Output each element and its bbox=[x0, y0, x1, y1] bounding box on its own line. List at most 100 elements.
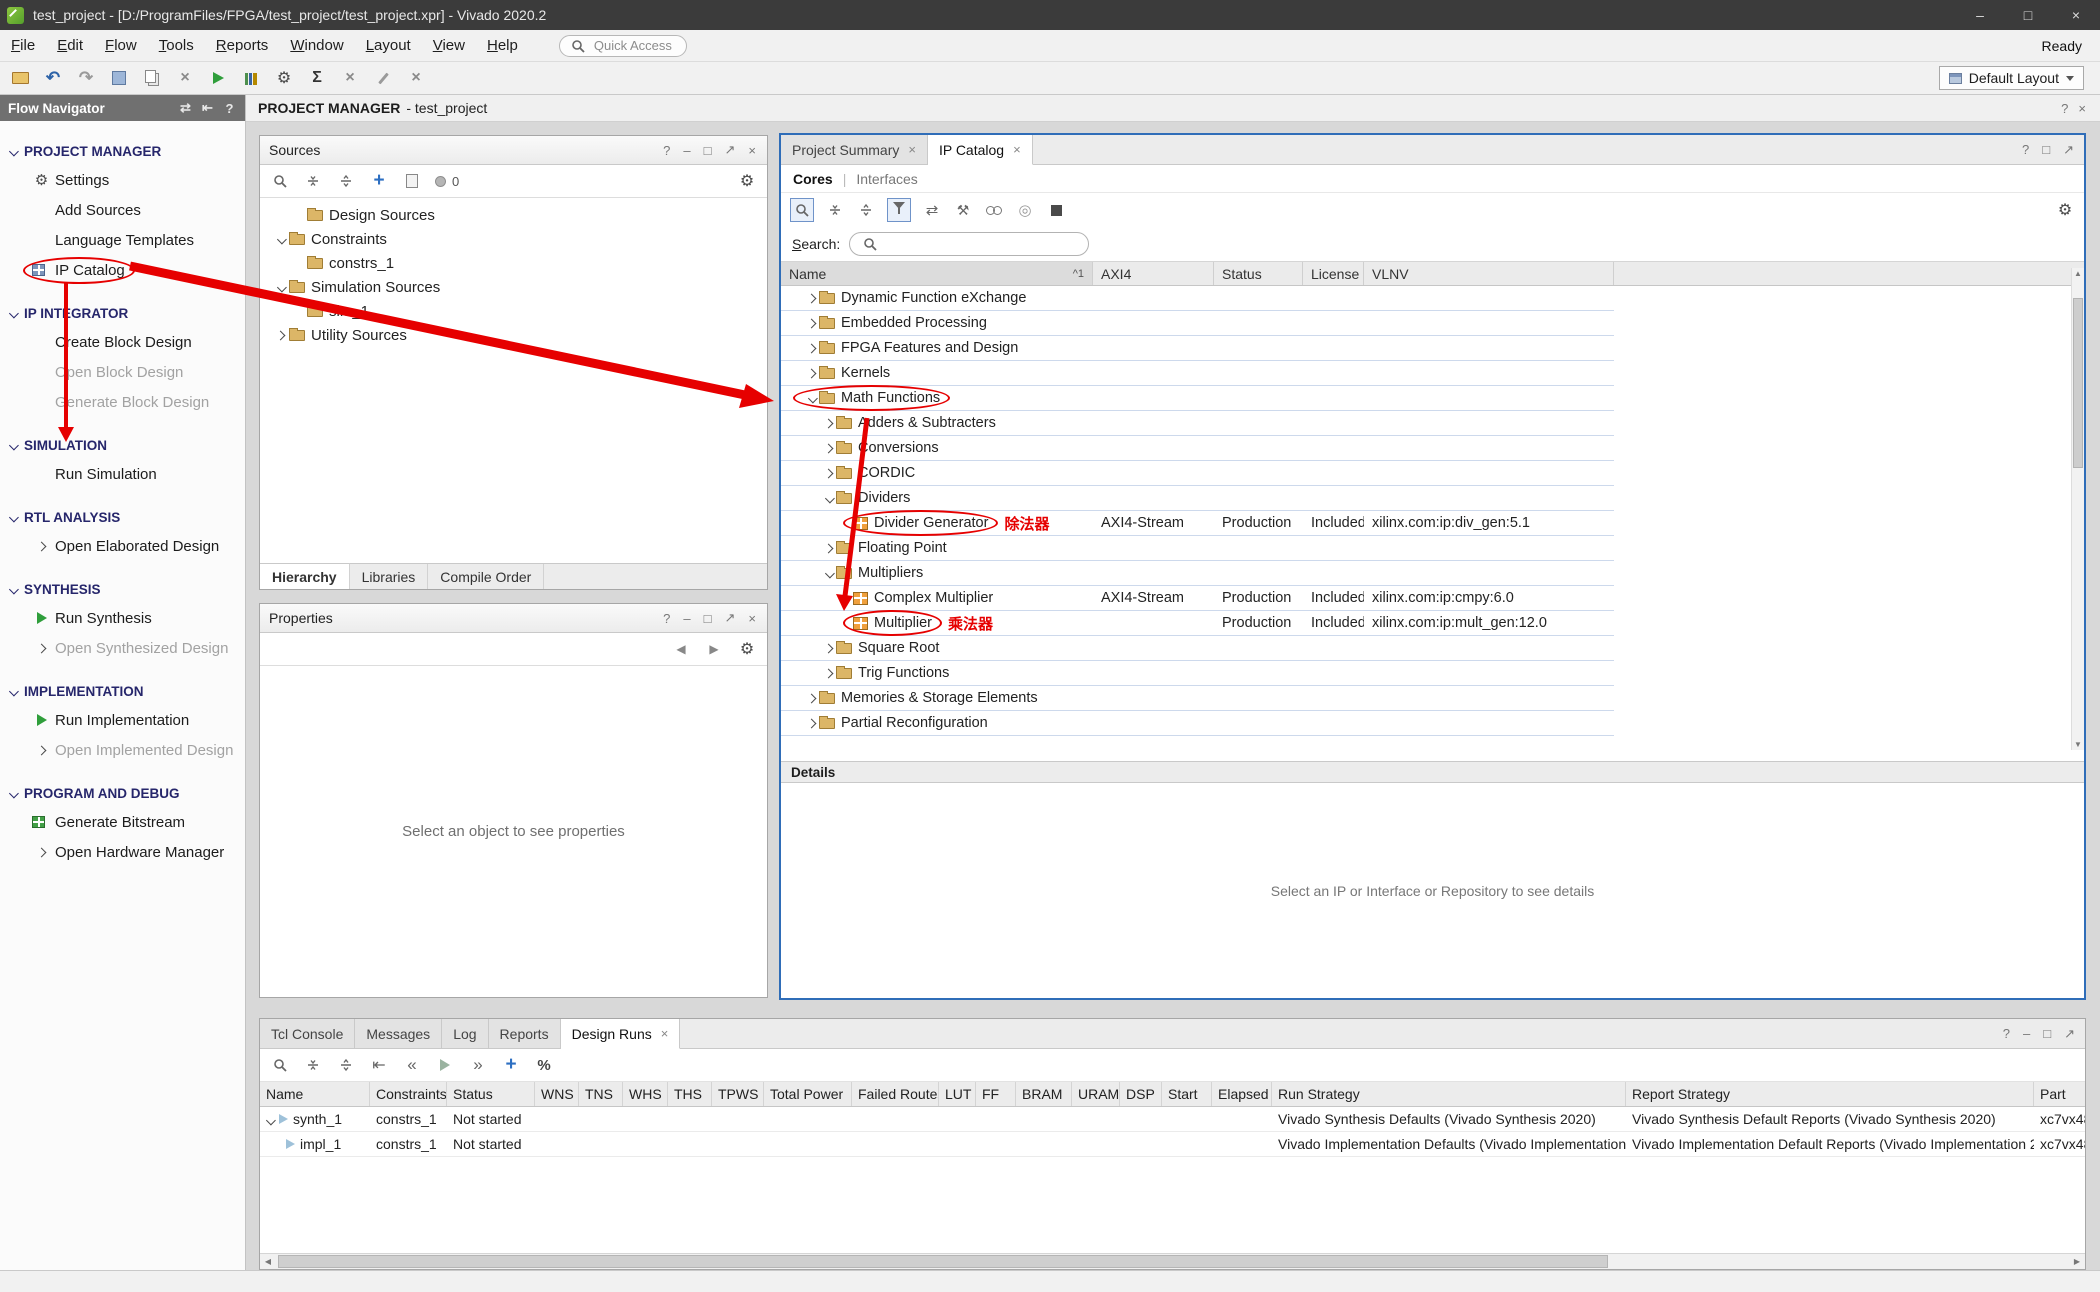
settings-icon[interactable]: ⚙ bbox=[2055, 200, 2075, 220]
group-icon[interactable] bbox=[887, 198, 911, 222]
chevron-right-icon[interactable] bbox=[803, 695, 819, 702]
flow-section-header-synthesis[interactable]: SYNTHESIS bbox=[0, 575, 245, 603]
column-header-run-strategy[interactable]: Run Strategy bbox=[1272, 1082, 1626, 1106]
column-header-vlnv[interactable]: VLNV bbox=[1364, 262, 1614, 285]
run-icon[interactable] bbox=[208, 68, 228, 88]
column-header-failed-routes[interactable]: Failed Routes bbox=[852, 1082, 939, 1106]
ip-row-multipliers[interactable]: Multipliers bbox=[781, 561, 1614, 586]
settings-icon[interactable]: ⚙ bbox=[737, 639, 757, 659]
tab-log[interactable]: Log bbox=[442, 1019, 488, 1048]
expand-all-icon[interactable] bbox=[336, 1055, 356, 1075]
chevron-right-icon[interactable] bbox=[820, 670, 836, 677]
column-header-axi4[interactable]: AXI4 bbox=[1093, 262, 1214, 285]
column-header-whs[interactable]: WHS bbox=[623, 1082, 668, 1106]
sidebar-item-create-block-design[interactable]: Create Block Design bbox=[0, 327, 245, 357]
ip-row-conversions[interactable]: Conversions bbox=[781, 436, 1614, 461]
tree-item-simulation-sources[interactable]: Simulation Sources bbox=[260, 275, 767, 299]
sidebar-item-run-simulation[interactable]: Run Simulation bbox=[0, 459, 245, 489]
search-icon[interactable] bbox=[270, 1055, 290, 1075]
window-minimize-button[interactable]: – bbox=[1956, 0, 2004, 30]
tree-item-sim-1[interactable]: sim_1 bbox=[260, 299, 767, 323]
percent-icon[interactable]: % bbox=[534, 1055, 554, 1075]
restore-icon[interactable]: ⇄ bbox=[178, 98, 193, 118]
tab-reports[interactable]: Reports bbox=[489, 1019, 561, 1048]
chevron-right-icon[interactable] bbox=[820, 470, 836, 477]
layout-selector[interactable]: Default Layout bbox=[1939, 66, 2084, 90]
chevron-right-icon[interactable] bbox=[803, 370, 819, 377]
restore-icon[interactable]: ⇄ bbox=[922, 200, 942, 220]
edit-icon[interactable] bbox=[373, 68, 393, 88]
sidebar-item-add-sources[interactable]: Add Sources bbox=[0, 195, 245, 225]
scroll-right-icon[interactable]: ▶ bbox=[2069, 1254, 2085, 1269]
tree-item-constraints[interactable]: Constraints bbox=[260, 227, 767, 251]
float-button[interactable]: ↗ bbox=[723, 142, 738, 158]
close-tab-icon[interactable]: × bbox=[1013, 142, 1021, 157]
flow-section-header-simulation[interactable]: SIMULATION bbox=[0, 431, 245, 459]
ip-row-multiplier[interactable]: Multiplier乘法器ProductionIncludedxilinx.co… bbox=[781, 611, 1614, 636]
sidebar-item-open-elaborated-design[interactable]: Open Elaborated Design bbox=[0, 531, 245, 561]
chevron-down-icon[interactable] bbox=[803, 395, 819, 402]
chevron-right-icon[interactable] bbox=[820, 420, 836, 427]
sidebar-item-open-implemented-design[interactable]: Open Implemented Design bbox=[0, 735, 245, 765]
column-header-elapsed[interactable]: Elapsed bbox=[1212, 1082, 1272, 1106]
redo-icon[interactable]: ↷ bbox=[76, 68, 96, 88]
expand-all-icon[interactable] bbox=[856, 200, 876, 220]
tab-design-runs[interactable]: Design Runs× bbox=[561, 1019, 681, 1049]
close-tab-icon[interactable]: × bbox=[908, 142, 916, 157]
sidebar-item-language-templates[interactable]: Language Templates bbox=[0, 225, 245, 255]
delete-icon[interactable]: × bbox=[175, 68, 195, 88]
ip-row-divider-generator[interactable]: Divider Generator除法器AXI4-StreamProductio… bbox=[781, 511, 1614, 536]
minimize-button[interactable]: – bbox=[2021, 1026, 2032, 1041]
close-button[interactable]: × bbox=[746, 611, 758, 626]
flow-section-header-implementation[interactable]: IMPLEMENTATION bbox=[0, 677, 245, 705]
menu-layout[interactable]: Layout bbox=[355, 30, 422, 61]
ip-search-input[interactable] bbox=[849, 232, 1089, 256]
menu-file[interactable]: File bbox=[0, 30, 46, 61]
add-icon[interactable]: + bbox=[501, 1055, 521, 1075]
chevron-down-icon[interactable] bbox=[820, 570, 836, 577]
step-back-icon[interactable]: ⇤ bbox=[369, 1055, 389, 1075]
tab-libraries[interactable]: Libraries bbox=[350, 564, 429, 589]
ip-row-dynamic-function-exchange[interactable]: Dynamic Function eXchange bbox=[781, 286, 1614, 311]
ip-row-embedded-processing[interactable]: Embedded Processing bbox=[781, 311, 1614, 336]
menu-tools[interactable]: Tools bbox=[148, 30, 205, 61]
close-view-button[interactable]: × bbox=[2076, 101, 2088, 116]
tab-project-summary[interactable]: Project Summary× bbox=[781, 135, 928, 164]
expand-all-icon[interactable] bbox=[336, 171, 356, 191]
tab-cores[interactable]: Cores bbox=[793, 171, 833, 187]
chevron-right-icon[interactable] bbox=[803, 320, 819, 327]
maximize-button[interactable]: □ bbox=[2040, 142, 2052, 157]
sidebar-item-generate-bitstream[interactable]: Generate Bitstream bbox=[0, 807, 245, 837]
scroll-left-icon[interactable]: ◀ bbox=[260, 1254, 276, 1269]
ip-row-kernels[interactable]: Kernels bbox=[781, 361, 1614, 386]
report-icon[interactable] bbox=[241, 68, 261, 88]
collapse-all-icon[interactable] bbox=[303, 1055, 323, 1075]
menu-help[interactable]: Help bbox=[476, 30, 529, 61]
column-header-dsp[interactable]: DSP bbox=[1120, 1082, 1162, 1106]
scroll-up-icon[interactable]: ▲ bbox=[2072, 269, 2084, 278]
float-button[interactable]: ↗ bbox=[723, 610, 738, 626]
float-button[interactable]: ↗ bbox=[2061, 142, 2076, 158]
scroll-down-icon[interactable]: ▼ bbox=[2072, 740, 2084, 749]
save-icon[interactable] bbox=[109, 68, 129, 88]
tree-item-utility-sources[interactable]: Utility Sources bbox=[260, 323, 767, 347]
play-icon[interactable] bbox=[435, 1055, 455, 1075]
column-header-start[interactable]: Start bbox=[1162, 1082, 1212, 1106]
properties-icon[interactable] bbox=[1046, 200, 1066, 220]
target-icon[interactable]: ◎ bbox=[1015, 200, 1035, 220]
column-header-name[interactable]: Name^1 bbox=[781, 262, 1093, 285]
column-header-bram[interactable]: BRAM bbox=[1016, 1082, 1072, 1106]
ip-row-dividers[interactable]: Dividers bbox=[781, 486, 1614, 511]
column-header-part[interactable]: Part bbox=[2034, 1082, 2085, 1106]
tab-compile-order[interactable]: Compile Order bbox=[428, 564, 544, 589]
ip-row-adders-subtracters[interactable]: Adders & Subtracters bbox=[781, 411, 1614, 436]
minimize-button[interactable]: – bbox=[681, 611, 692, 626]
tab-tcl-console[interactable]: Tcl Console bbox=[260, 1019, 355, 1048]
minimize-button[interactable]: – bbox=[681, 143, 692, 158]
settings-icon[interactable]: ⚙ bbox=[274, 68, 294, 88]
flow-section-header-rtl-analysis[interactable]: RTL ANALYSIS bbox=[0, 503, 245, 531]
maximize-button[interactable]: □ bbox=[2041, 1026, 2053, 1041]
close-tab-icon[interactable]: × bbox=[661, 1026, 669, 1041]
column-header-ths[interactable]: THS bbox=[668, 1082, 712, 1106]
back-icon[interactable]: ◀ bbox=[671, 639, 691, 659]
